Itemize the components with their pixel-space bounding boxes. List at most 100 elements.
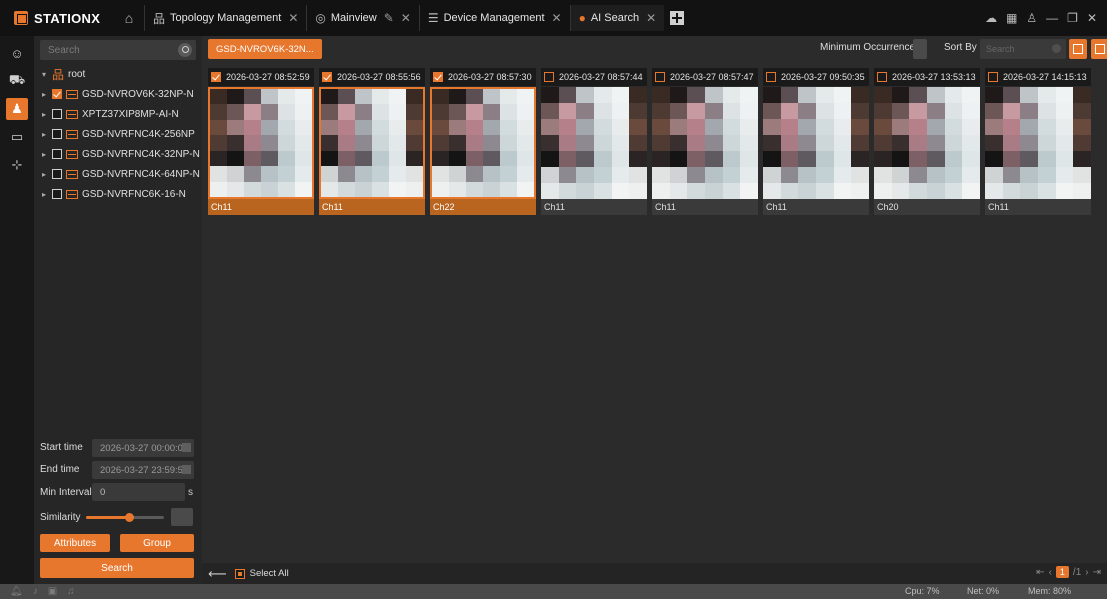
last-page-icon[interactable]: ⇥ [1093, 567, 1101, 578]
open-external-icon[interactable] [1091, 39, 1107, 59]
card-checkbox[interactable] [655, 72, 665, 82]
tree-item-device[interactable]: ▸ GSD-NVRFNC4K-32NP-N [34, 144, 202, 164]
close-icon[interactable]: ✕ [401, 11, 411, 25]
snapshot-thumbnail[interactable] [208, 87, 314, 199]
message-icon[interactable]: ▣ [48, 586, 57, 597]
result-card[interactable]: 2026-03-27 13:53:13 Ch20 [874, 68, 980, 216]
tree-item-device[interactable]: ▸ GSD-NVRFNC4K-256NP [34, 124, 202, 144]
similarity-slider[interactable] [86, 513, 164, 522]
tree-item-device[interactable]: ▸ XPTZ37XIP8MP-AI-N [34, 104, 202, 124]
selected-device-chip[interactable]: GSD-NVROV6K-32N... [208, 39, 322, 59]
calendar-icon[interactable] [182, 443, 191, 452]
device-checkbox[interactable] [52, 129, 62, 139]
calendar-icon[interactable] [182, 465, 191, 474]
result-card[interactable]: 2026-03-27 08:57:47 Ch11 [652, 68, 758, 216]
tree-item-device[interactable]: ▸ GSD-NVRFNC4K-64NP-N [34, 164, 202, 184]
snapshot-thumbnail[interactable] [652, 87, 758, 199]
snapshot-thumbnail[interactable] [430, 87, 536, 199]
add-tab-icon[interactable] [670, 11, 685, 25]
snapshot-pixelated-image [432, 89, 534, 197]
device-tree: ▾ 品 root ▸ GSD-NVROV6K-32NP-N ▸ XPTZ37XI… [34, 64, 202, 204]
target-search-icon[interactable]: ⊹ [6, 154, 28, 176]
snapshot-thumbnail[interactable] [874, 87, 980, 199]
expand-icon[interactable]: ▸ [40, 150, 48, 159]
card-checkbox[interactable] [433, 72, 443, 82]
tree-item-device[interactable]: ▸ GSD-NVRFNC6K-16-N [34, 184, 202, 204]
result-card[interactable]: 2026-03-27 08:57:30 Ch22 [430, 68, 536, 216]
select-all-label: Select All [249, 568, 289, 579]
snapshot-thumbnail[interactable] [319, 87, 425, 199]
prev-page-icon[interactable]: ‹ [1049, 567, 1052, 578]
plate-search-icon[interactable]: ▭ [6, 126, 28, 148]
alarm-icon[interactable]: ♫ [67, 586, 75, 597]
snapshot-thumbnail[interactable] [763, 87, 869, 199]
similarity-slider-handle[interactable] [124, 513, 134, 522]
back-arrow-icon[interactable]: ⟵ [208, 566, 227, 582]
expand-icon[interactable]: ▾ [40, 70, 48, 79]
card-checkbox[interactable] [544, 72, 554, 82]
snapshot-thumbnail[interactable] [541, 87, 647, 199]
attributes-button[interactable]: Attributes [40, 534, 110, 552]
result-card[interactable]: 2026-03-27 09:50:35 Ch11 [763, 68, 869, 216]
tab-mainview[interactable]: ◎ Mainview ✎ ✕ [306, 5, 418, 31]
cloud-icon[interactable]: ☁ [985, 11, 997, 25]
min-occurrences-input[interactable] [913, 39, 927, 59]
expand-icon[interactable]: ▸ [40, 130, 48, 139]
expand-icon[interactable]: ▸ [40, 190, 48, 199]
person-search-icon[interactable]: ♟ [6, 98, 28, 120]
snapshot-thumbnail[interactable] [985, 87, 1091, 199]
bell-icon[interactable]: 🔔︎ [10, 586, 23, 597]
face-search-icon[interactable]: ☺ [6, 42, 28, 64]
tab-ai-search[interactable]: ● AI Search ✕ [569, 5, 665, 31]
device-search-input[interactable] [40, 44, 170, 56]
minimize-icon[interactable]: — [1046, 11, 1058, 25]
device-checkbox[interactable] [52, 149, 62, 159]
user-icon[interactable]: ♙ [1026, 11, 1037, 25]
close-icon[interactable]: ✕ [646, 11, 656, 25]
result-card[interactable]: 2026-03-27 14:15:13 Ch11 [985, 68, 1091, 216]
device-checkbox[interactable] [52, 189, 62, 199]
card-timestamp: 2026-03-27 08:57:30 [448, 72, 532, 82]
card-checkbox[interactable] [322, 72, 332, 82]
sort-by-select[interactable]: Search [980, 39, 1066, 59]
select-all-checkbox[interactable] [234, 568, 245, 579]
expand-icon[interactable]: ▸ [40, 90, 48, 99]
search-button[interactable]: Search [40, 558, 194, 578]
export-icon[interactable] [1069, 39, 1087, 59]
tab-device-management[interactable]: ☰ Device Management ✕ [418, 5, 570, 31]
close-icon[interactable]: ✕ [288, 11, 298, 25]
card-checkbox[interactable] [211, 72, 221, 82]
vehicle-search-icon[interactable]: ⛟ [6, 70, 28, 92]
expand-icon[interactable]: ▸ [40, 110, 48, 119]
speaker-icon[interactable]: ♪ [33, 586, 38, 597]
home-icon[interactable]: ⌂ [118, 7, 140, 29]
device-checkbox[interactable] [52, 89, 62, 99]
card-checkbox[interactable] [988, 72, 998, 82]
result-card[interactable]: 2026-03-27 08:57:44 Ch11 [541, 68, 647, 216]
next-page-icon[interactable]: › [1085, 567, 1088, 578]
tree-root[interactable]: ▾ 品 root [34, 64, 202, 84]
card-timestamp: 2026-03-27 08:57:44 [559, 72, 643, 82]
result-card[interactable]: 2026-03-27 08:52:59 Ch11 [208, 68, 314, 216]
device-checkbox[interactable] [52, 109, 62, 119]
similarity-value-box[interactable] [171, 508, 193, 526]
start-time-field[interactable]: 2026-03-27 00:00:00 [92, 439, 194, 457]
first-page-icon[interactable]: ⇤ [1036, 567, 1044, 578]
edit-icon[interactable]: ✎ [384, 11, 394, 25]
end-time-field[interactable]: 2026-03-27 23:59:59 [92, 461, 194, 479]
expand-icon[interactable]: ▸ [40, 170, 48, 179]
close-window-icon[interactable]: ✕ [1087, 11, 1097, 25]
device-checkbox[interactable] [52, 169, 62, 179]
tree-item-device[interactable]: ▸ GSD-NVROV6K-32NP-N [34, 84, 202, 104]
close-icon[interactable]: ✕ [552, 11, 562, 25]
layout-icon[interactable]: ▦ [1006, 11, 1017, 25]
restore-icon[interactable]: ❐ [1067, 11, 1078, 25]
card-checkbox[interactable] [766, 72, 776, 82]
card-checkbox[interactable] [877, 72, 887, 82]
tab-topology-management[interactable]: 品 Topology Management ✕ [144, 5, 306, 31]
search-icon[interactable] [178, 43, 192, 57]
current-page[interactable]: 1 [1055, 566, 1069, 578]
group-button[interactable]: Group [120, 534, 194, 552]
result-card[interactable]: 2026-03-27 08:55:56 Ch11 [319, 68, 425, 216]
min-interval-field[interactable]: 0 [92, 483, 185, 501]
